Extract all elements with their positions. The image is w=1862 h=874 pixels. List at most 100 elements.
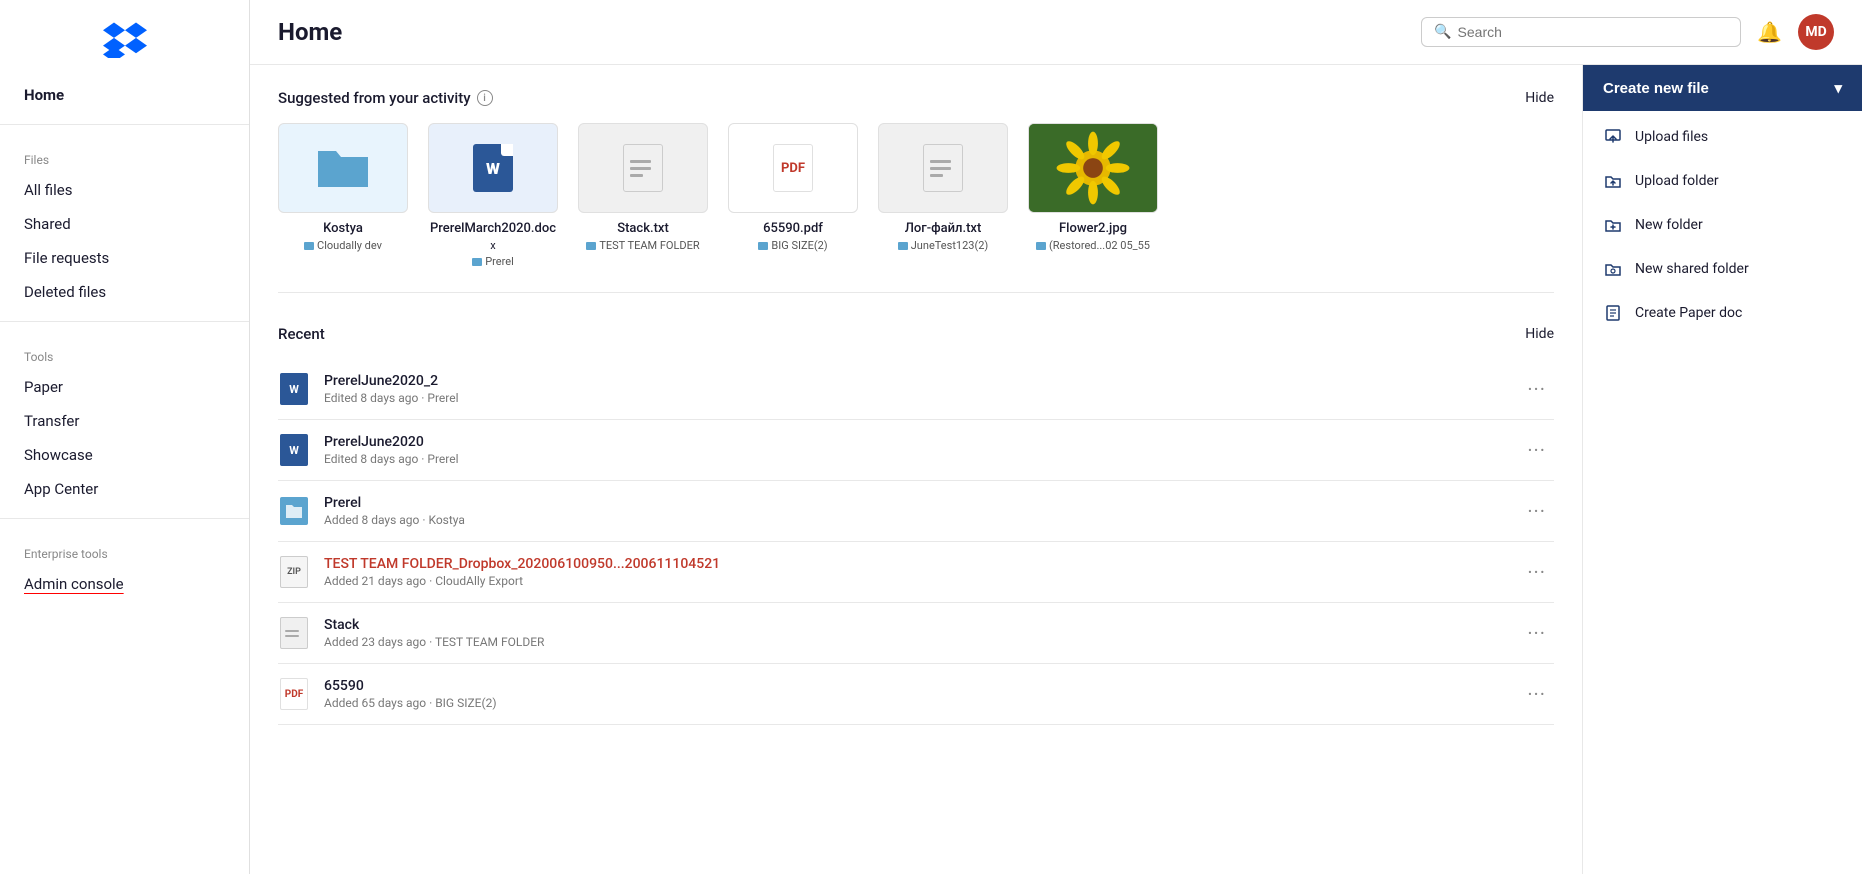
- suggested-grid: Kostya Cloudally dev W PrerelMarch2020.d…: [278, 123, 1554, 293]
- recent-title-text: Recent: [278, 325, 325, 343]
- recent-name-prerel-june: PrerelJune2020: [324, 434, 1519, 450]
- search-input[interactable]: [1458, 24, 1729, 40]
- recent-info-prerel-june-2: PrerelJune2020_2 Edited 8 days ago · Pre…: [324, 373, 1519, 405]
- recent-section-header: Recent Hide: [278, 325, 1554, 343]
- recent-item-test-team[interactable]: ZIP TEST TEAM FOLDER_Dropbox_20200610095…: [278, 542, 1554, 603]
- info-icon[interactable]: i: [477, 90, 493, 106]
- search-box[interactable]: 🔍: [1421, 17, 1741, 47]
- flower-thumb: [1028, 123, 1158, 213]
- sidebar-enterprise-section: Enterprise tools: [0, 531, 249, 567]
- pdf-name: 65590.pdf: [763, 221, 823, 236]
- recent-more-stack[interactable]: ···: [1519, 617, 1554, 649]
- sidebar-divider-1: [0, 124, 249, 125]
- sidebar-item-paper[interactable]: Paper: [0, 370, 249, 404]
- recent-meta-stack: Added 23 days ago · TEST TEAM FOLDER: [324, 635, 1519, 649]
- sidebar-divider-3: [0, 518, 249, 519]
- txt-sm-line-1: [285, 630, 299, 632]
- create-paper-doc-item[interactable]: Create Paper doc: [1583, 291, 1862, 335]
- upload-files-item[interactable]: Upload files: [1583, 115, 1862, 159]
- sidebar-all-files-label: All files: [24, 181, 72, 199]
- notification-bell-icon[interactable]: 🔔: [1757, 20, 1782, 44]
- suggested-item-pdf[interactable]: PDF 65590.pdf BIG SIZE(2): [728, 123, 858, 268]
- content-main: Suggested from your activity i Hide Kost…: [250, 65, 1582, 874]
- upload-folder-label: Upload folder: [1635, 173, 1719, 189]
- log-txt-icon: [923, 144, 963, 192]
- sidebar-item-home[interactable]: Home: [0, 78, 249, 112]
- new-shared-folder-item[interactable]: New shared folder: [1583, 247, 1862, 291]
- sidebar-item-all-files[interactable]: All files: [0, 173, 249, 207]
- recent-title: Recent: [278, 325, 325, 343]
- recent-icon-prerel-june: W: [278, 434, 310, 466]
- zip-sm-icon: ZIP: [280, 556, 308, 588]
- sidebar-item-deleted-files[interactable]: Deleted files: [0, 275, 249, 309]
- suggested-title-text: Suggested from your activity: [278, 89, 471, 107]
- prerel-march-name: PrerelMarch2020.doc: [430, 221, 556, 236]
- pdf-sm-icon: PDF: [280, 678, 308, 710]
- recent-name-test-team: TEST TEAM FOLDER_Dropbox_202006100950...…: [324, 556, 1519, 572]
- upload-files-label: Upload files: [1635, 129, 1708, 145]
- recent-item-prerel[interactable]: Prerel Added 8 days ago · Kostya ···: [278, 481, 1554, 542]
- sidebar-paper-label: Paper: [24, 378, 63, 396]
- suggested-item-stack[interactable]: Stack.txt TEST TEAM FOLDER: [578, 123, 708, 268]
- word-sm-icon-2: W: [280, 434, 308, 466]
- recent-info-prerel: Prerel Added 8 days ago · Kostya: [324, 495, 1519, 527]
- sidebar-shared-label: Shared: [24, 215, 71, 233]
- sidebar-transfer-label: Transfer: [24, 412, 79, 430]
- recent-info-stack: Stack Added 23 days ago · TEST TEAM FOLD…: [324, 617, 1519, 649]
- suggested-item-log[interactable]: Лог-файл.txt JuneTest123(2): [878, 123, 1008, 268]
- create-paper-doc-icon: [1603, 303, 1623, 323]
- recent-meta-test-team: Added 21 days ago · CloudAlly Export: [324, 574, 1519, 588]
- new-folder-label: New folder: [1635, 217, 1703, 233]
- suggested-item-prerel-march[interactable]: W PrerelMarch2020.doc x Prerel: [428, 123, 558, 268]
- sidebar-admin-console-label: Admin console: [24, 575, 124, 593]
- recent-info-test-team: TEST TEAM FOLDER_Dropbox_202006100950...…: [324, 556, 1519, 588]
- recent-name-prerel-june-2: PrerelJune2020_2: [324, 373, 1519, 389]
- recent-icon-prerel-june-2: W: [278, 373, 310, 405]
- new-folder-item[interactable]: New folder: [1583, 203, 1862, 247]
- sidebar-deleted-files-label: Deleted files: [24, 283, 106, 301]
- suggested-item-flower[interactable]: Flower2.jpg (Restored...02 05_55: [1028, 123, 1158, 268]
- search-icon: 🔍: [1434, 24, 1451, 40]
- recent-item-prerel-june[interactable]: W PrerelJune2020 Edited 8 days ago · Pre…: [278, 420, 1554, 481]
- recent-meta-prerel-june-2: Edited 8 days ago · Prerel: [324, 391, 1519, 405]
- recent-item-65590[interactable]: PDF 65590 Added 65 days ago · BIG SIZE(2…: [278, 664, 1554, 725]
- recent-item-stack[interactable]: Stack Added 23 days ago · TEST TEAM FOLD…: [278, 603, 1554, 664]
- recent-icon-prerel: [278, 495, 310, 527]
- dropbox-logo: [0, 20, 249, 78]
- recent-more-prerel[interactable]: ···: [1519, 495, 1554, 527]
- recent-hide-button[interactable]: Hide: [1525, 326, 1554, 342]
- upload-files-icon: [1603, 127, 1623, 147]
- sidebar-item-shared[interactable]: Shared: [0, 207, 249, 241]
- sidebar-showcase-label: Showcase: [24, 446, 93, 464]
- folder-sm-icon: [280, 497, 308, 525]
- suggested-item-kostya[interactable]: Kostya Cloudally dev: [278, 123, 408, 268]
- recent-more-test-team[interactable]: ···: [1519, 556, 1554, 588]
- sidebar-item-admin-console[interactable]: Admin console: [0, 567, 249, 601]
- recent-more-prerel-june[interactable]: ···: [1519, 434, 1554, 466]
- sidebar-item-app-center[interactable]: App Center: [0, 472, 249, 506]
- upload-folder-item[interactable]: Upload folder: [1583, 159, 1862, 203]
- recent-meta-65590: Added 65 days ago · BIG SIZE(2): [324, 696, 1519, 710]
- sidebar-item-transfer[interactable]: Transfer: [0, 404, 249, 438]
- sidebar-item-showcase[interactable]: Showcase: [0, 438, 249, 472]
- new-shared-folder-label: New shared folder: [1635, 261, 1749, 277]
- recent-icon-65590: PDF: [278, 678, 310, 710]
- avatar[interactable]: MD: [1798, 14, 1834, 50]
- recent-item-prerel-june-2[interactable]: W PrerelJune2020_2 Edited 8 days ago · P…: [278, 359, 1554, 420]
- create-new-file-button[interactable]: Create new file ▾: [1583, 65, 1862, 111]
- recent-more-65590[interactable]: ···: [1519, 678, 1554, 710]
- txt-line-2: [630, 167, 651, 170]
- main-area: Home 🔍 🔔 MD Suggested from your activity…: [250, 0, 1862, 874]
- recent-more-prerel-june-2[interactable]: ···: [1519, 373, 1554, 405]
- log-line-2: [930, 167, 951, 170]
- suggested-hide-button[interactable]: Hide: [1525, 90, 1554, 106]
- word-sm-icon: W: [280, 373, 308, 405]
- log-location: JuneTest123(2): [898, 239, 989, 252]
- recent-info-65590: 65590 Added 65 days ago · BIG SIZE(2): [324, 678, 1519, 710]
- txt-line-1: [630, 160, 651, 163]
- right-panel: Create new file ▾ Upload files: [1582, 65, 1862, 874]
- sidebar-item-file-requests[interactable]: File requests: [0, 241, 249, 275]
- prerel-march-location: Prerel: [472, 255, 514, 268]
- kostya-location: Cloudally dev: [304, 239, 382, 252]
- log-thumb: [878, 123, 1008, 213]
